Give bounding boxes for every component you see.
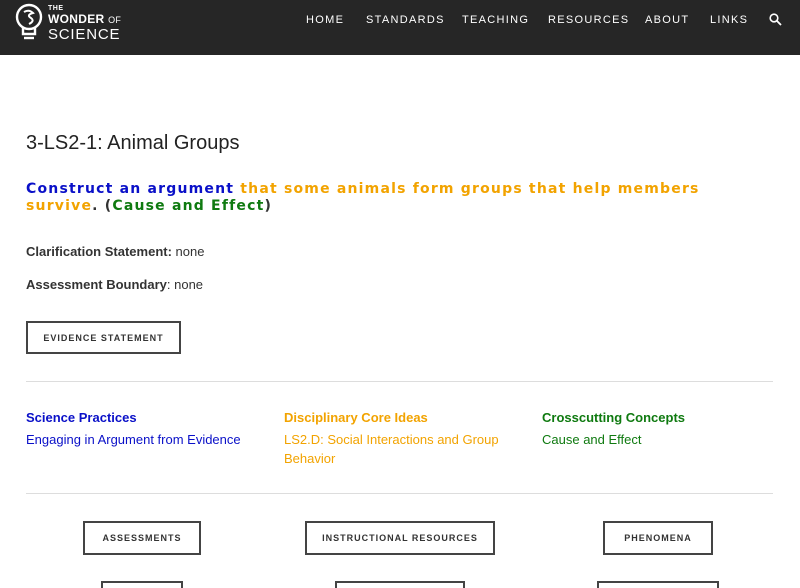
science-practices-column: Science Practices Engaging in Argument f…: [26, 410, 266, 449]
logo-the: THE: [48, 5, 64, 12]
science-practices-link[interactable]: Engaging in Argument from Evidence: [26, 430, 266, 449]
nav-home[interactable]: HOME: [306, 14, 344, 26]
phenomena-button[interactable]: PHENOMENA: [603, 521, 713, 555]
clarification-value: none: [171, 244, 205, 259]
pe-concept: Cause and Effect: [112, 198, 265, 214]
science-practices-heading: Science Practices: [26, 410, 137, 425]
logo-wonder-word: WONDER: [48, 12, 105, 26]
assessment-boundary-label: Assessment Boundary: [26, 277, 167, 292]
search-icon[interactable]: [769, 13, 782, 26]
partial-button-left[interactable]: [101, 581, 183, 588]
lightbulb-icon: [15, 3, 43, 40]
pe-period: . (: [92, 198, 113, 214]
divider-top: [26, 381, 773, 382]
pe-close: ): [264, 198, 273, 214]
logo-science: SCIENCE: [48, 26, 121, 43]
partial-button-center[interactable]: [335, 581, 465, 588]
site-header: THE WONDER OF SCIENCE HOME STANDARDS TEA…: [0, 0, 800, 55]
core-ideas-heading: Disciplinary Core Ideas: [284, 410, 428, 425]
divider-bottom: [26, 493, 773, 494]
logo-of: OF: [108, 15, 122, 25]
clarification-statement: Clarification Statement: none: [26, 244, 204, 259]
nav-teaching[interactable]: TEACHING: [462, 14, 529, 26]
performance-expectation: Construct an argument that some animals …: [26, 181, 776, 215]
nav-standards[interactable]: STANDARDS: [366, 14, 445, 26]
assessments-button[interactable]: ASSESSMENTS: [83, 521, 201, 555]
assessment-boundary-value: : none: [166, 277, 204, 292]
logo-wonder: WONDER OF: [48, 13, 121, 25]
pe-practice: Construct an argument: [26, 181, 235, 197]
crosscutting-concepts-column: Crosscutting Concepts Cause and Effect: [542, 410, 782, 449]
logo-wordmark: THE WONDER OF SCIENCE: [48, 5, 121, 42]
instructional-resources-button[interactable]: INSTRUCTIONAL RESOURCES: [305, 521, 495, 555]
core-ideas-column: Disciplinary Core Ideas LS2.D: Social In…: [284, 410, 524, 468]
nav-links[interactable]: LINKS: [710, 14, 748, 26]
evidence-statement-button[interactable]: EVIDENCE STATEMENT: [26, 321, 181, 354]
nav-about[interactable]: ABOUT: [645, 14, 689, 26]
site-logo[interactable]: THE WONDER OF SCIENCE: [14, 3, 144, 51]
core-ideas-link[interactable]: LS2.D: Social Interactions and Group Beh…: [284, 430, 504, 468]
nav-resources[interactable]: RESOURCES: [548, 14, 629, 26]
partial-button-right[interactable]: [597, 581, 719, 588]
page-title: 3-LS2-1: Animal Groups: [26, 132, 240, 154]
crosscutting-concepts-link[interactable]: Cause and Effect: [542, 430, 782, 449]
assessment-boundary: Assessment Boundary: none: [26, 277, 203, 292]
crosscutting-concepts-heading: Crosscutting Concepts: [542, 410, 686, 425]
clarification-label: Clarification Statement:: [26, 244, 172, 259]
